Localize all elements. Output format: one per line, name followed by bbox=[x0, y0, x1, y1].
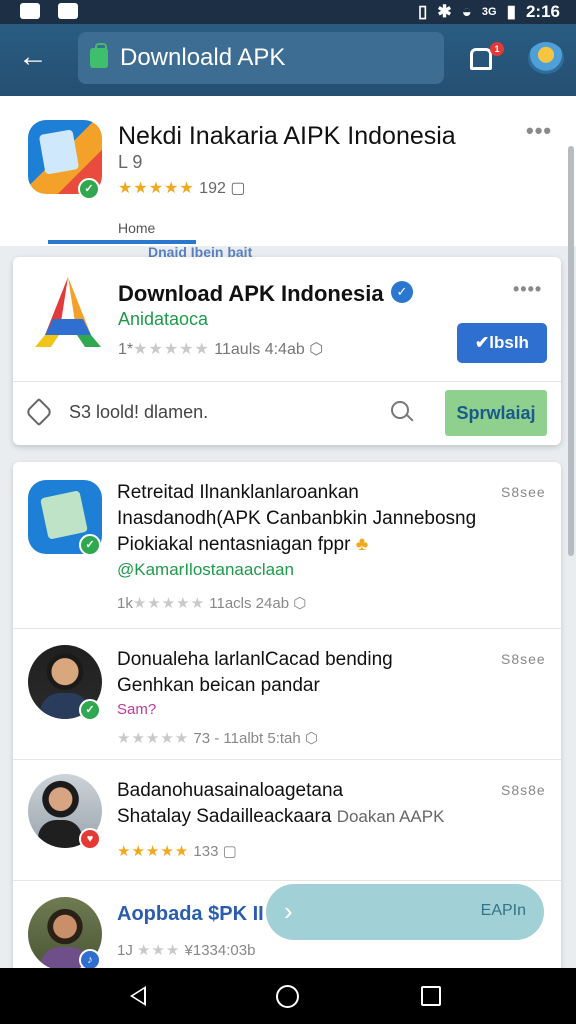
developer-name[interactable]: Anidataoca bbox=[118, 309, 208, 330]
floating-action-banner[interactable]: › EAPIn bbox=[266, 884, 544, 940]
system-nav-bar bbox=[0, 968, 576, 1024]
rating-count: 192 bbox=[199, 180, 226, 197]
search-box[interactable]: Downloald APK bbox=[78, 32, 444, 84]
more-options[interactable]: S8see bbox=[501, 484, 546, 500]
install-button[interactable]: ✔lbslh bbox=[457, 323, 547, 363]
item-title: Retreitad Ilnanklanlaroankan bbox=[117, 482, 359, 503]
tag-icon bbox=[24, 397, 54, 427]
nav-recents-icon[interactable] bbox=[421, 986, 441, 1006]
star-rating-icon: ★★★★★ bbox=[117, 730, 190, 747]
search-query[interactable]: Downloald APK bbox=[120, 44, 285, 72]
shopping-bag-icon bbox=[90, 43, 108, 68]
bell-emoji-icon: ♣ bbox=[355, 534, 369, 555]
item-meta: 133 bbox=[193, 843, 219, 860]
banner-label: EAPIn bbox=[480, 902, 526, 919]
item-meta: 73 - 11albt 5:tah bbox=[193, 730, 301, 747]
item-subtitle-extra: Doakan AAPK bbox=[336, 807, 445, 826]
star-rating-icon: ★★★ bbox=[137, 942, 181, 959]
item-rating: 1J ★★★ ¥1334:03b bbox=[117, 941, 255, 959]
app-subtitle: L 9 bbox=[118, 152, 143, 172]
list-item[interactable]: ✓ Retreitad Ilnanklanlaroankan Inasdanod… bbox=[13, 462, 561, 628]
app-bar: ← Downloald APK 1 bbox=[0, 24, 576, 96]
item-subtitle: Genhkan beican pandar bbox=[117, 675, 320, 696]
search-submit-button[interactable]: Sprwlaiaj bbox=[445, 390, 547, 436]
document-icon: ▢ bbox=[230, 180, 246, 197]
item-rating: ★★★★★ 133 ▢ bbox=[117, 842, 237, 860]
item-description: Piokiakal nentasniagan fppr ♣ bbox=[117, 534, 368, 556]
item-meta: ¥1334:03b bbox=[184, 942, 256, 959]
scrollbar[interactable] bbox=[568, 146, 574, 556]
rating-prefix: 1J bbox=[117, 942, 133, 959]
bell-icon bbox=[470, 48, 492, 70]
app-notification-icon bbox=[20, 3, 40, 19]
item-tag: Sam? bbox=[117, 701, 157, 718]
item-title: Badanohuasainaloagetana bbox=[117, 780, 344, 801]
item-subtitle: Shatalay Sadailleackaara Doakan AAPK bbox=[117, 806, 444, 828]
profile-avatar[interactable] bbox=[528, 42, 564, 74]
featured-meta: 1*★★★★★ 11auls 4:4ab ⬡ bbox=[118, 339, 323, 359]
mail-notification-icon bbox=[58, 3, 78, 19]
search-hint[interactable]: S3 loold! dlamen. bbox=[69, 402, 208, 423]
more-options-icon[interactable]: ••• bbox=[526, 118, 552, 144]
download-info: 11auls 4:4ab bbox=[214, 341, 305, 358]
clock: 2:16 bbox=[525, 2, 560, 21]
tab-home[interactable]: Home bbox=[118, 220, 155, 236]
more-options[interactable]: S8s8e bbox=[501, 782, 546, 798]
item-desc-text: Piokiakal nentasniagan fppr bbox=[117, 534, 351, 555]
nav-home-icon[interactable] bbox=[276, 985, 299, 1008]
star-rating-icon: ★★★★★ bbox=[133, 341, 210, 358]
featured-search-row: S3 loold! dlamen. Sprwlaiaj bbox=[13, 382, 561, 445]
wifi-icon: ◒ bbox=[461, 2, 472, 21]
storage-icon: ⬡ bbox=[304, 730, 319, 747]
rating-prefix: 1k bbox=[117, 595, 133, 612]
notification-badge: 1 bbox=[490, 42, 504, 56]
heart-icon: ♥ bbox=[79, 828, 101, 850]
item-developer[interactable]: @KamarIlostanaaclaan bbox=[117, 560, 294, 580]
nav-back-icon[interactable] bbox=[130, 986, 146, 1006]
storage-icon: ⬡ bbox=[309, 341, 324, 358]
featured-app-card[interactable]: Download APK Indonesia ✓ •••• Anidataoca… bbox=[13, 257, 561, 445]
verified-check-icon: ✓ bbox=[78, 178, 100, 200]
featured-title: Download APK Indonesia bbox=[118, 281, 384, 306]
verified-badge-icon: ✓ bbox=[391, 281, 413, 303]
bluetooth-icon: ✱ bbox=[437, 2, 452, 21]
vibrate-icon: ▯ bbox=[418, 2, 428, 21]
star-rating-icon: ★★★★★ bbox=[118, 180, 195, 197]
verified-check-icon: ✓ bbox=[79, 699, 101, 721]
search-icon[interactable] bbox=[391, 401, 409, 419]
item-rating: ★★★★★ 73 - 11albt 5:tah ⬡ bbox=[117, 729, 318, 747]
top-app-card[interactable]: ✓ Nekdi Inakaria AIPK Indonesia L 9 ★★★★… bbox=[0, 96, 576, 260]
item-subtitle-text: Shatalay Sadailleackaara bbox=[117, 806, 332, 827]
list-item[interactable]: ✓ Donualeha larlanlCacad bending Genhkan… bbox=[13, 629, 561, 759]
list-item[interactable]: ♥ Badanohuasainaloagetana Shatalay Sadai… bbox=[13, 760, 561, 880]
star-rating-icon: ★★★★★ bbox=[132, 595, 206, 612]
item-subtitle: Inasdanodh(APK Canbanbkin Jannebosng bbox=[117, 508, 477, 529]
storage-icon: ⬡ bbox=[293, 595, 307, 612]
item-rating: 1k★★★★★ 11acls 24ab ⬡ bbox=[117, 594, 306, 612]
more-options[interactable]: S8see bbox=[501, 651, 546, 667]
item-meta: 11acls 24ab bbox=[209, 595, 290, 612]
item-title: Aopbada $PK II bbox=[117, 903, 264, 925]
star-rating-icon: ★★★★★ bbox=[117, 843, 190, 860]
notifications-button[interactable]: 1 bbox=[470, 42, 504, 70]
signal-icon: ▮ bbox=[506, 2, 516, 21]
verified-check-icon: ✓ bbox=[79, 534, 101, 556]
download-apk-logo-icon bbox=[35, 277, 101, 347]
more-options-icon[interactable]: •••• bbox=[513, 279, 542, 300]
item-title: Donualeha larlanlCacad bending bbox=[117, 649, 393, 670]
app-rating: ★★★★★ 192 ▢ bbox=[118, 178, 245, 198]
document-icon: ▢ bbox=[222, 843, 237, 860]
status-bar: ▯ ✱ ◒ 3G ▮ 2:16 bbox=[0, 0, 576, 24]
back-arrow-icon[interactable]: ← bbox=[18, 42, 50, 74]
network-type: 3G bbox=[481, 6, 497, 18]
chevron-right-icon: › bbox=[284, 896, 293, 926]
app-title: Nekdi Inakaria AIPK Indonesia bbox=[118, 122, 456, 150]
rating-prefix: 1* bbox=[118, 341, 134, 358]
